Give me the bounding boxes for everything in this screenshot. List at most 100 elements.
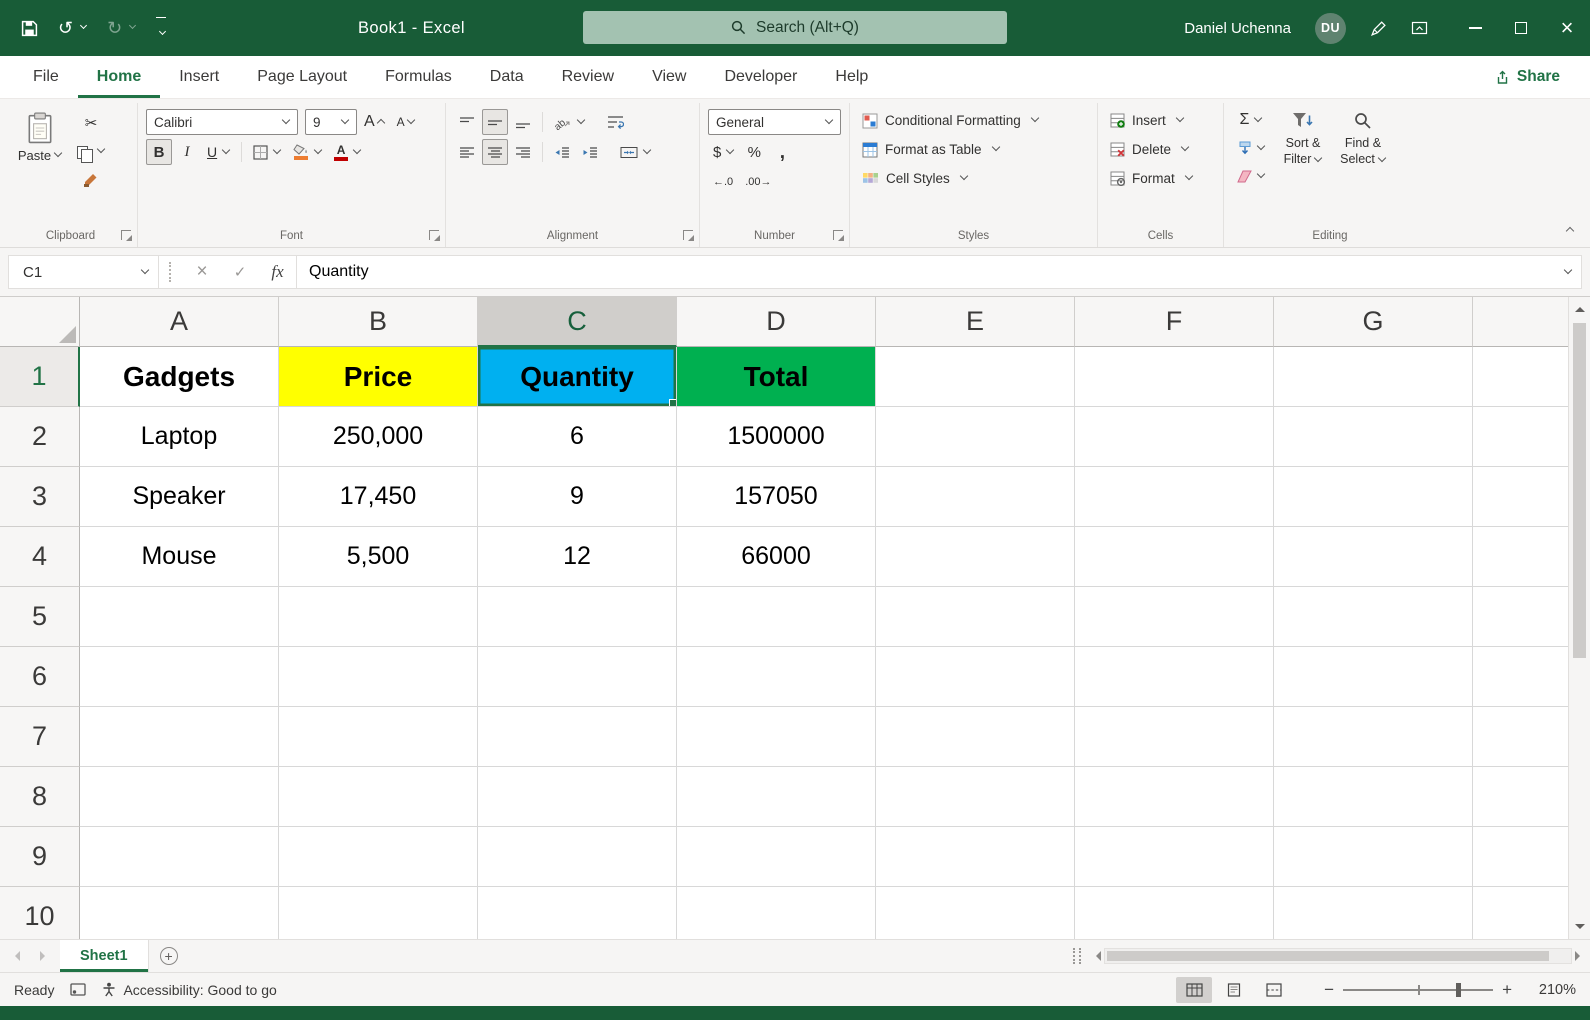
conditional-formatting-button[interactable]: Conditional Formatting <box>858 107 1089 134</box>
cell-A1[interactable]: Gadgets <box>80 347 279 407</box>
cell-F4[interactable] <box>1075 527 1274 587</box>
zoom-level[interactable]: 210% <box>1528 982 1576 998</box>
cell-D5[interactable] <box>677 587 876 647</box>
cell-F3[interactable] <box>1075 467 1274 527</box>
avatar[interactable]: DU <box>1315 13 1346 44</box>
cell-B6[interactable] <box>279 647 478 707</box>
save-icon[interactable] <box>16 15 43 42</box>
collapse-ribbon-button[interactable] <box>1563 223 1574 239</box>
share-button[interactable]: Share <box>1495 56 1590 98</box>
formula-bar-expand-button[interactable] <box>1551 256 1581 288</box>
tab-home[interactable]: Home <box>78 56 160 98</box>
cell-E7[interactable] <box>876 707 1075 767</box>
tab-file[interactable]: File <box>14 56 78 98</box>
fill-color-button[interactable] <box>288 139 327 165</box>
alignment-dialog-launcher[interactable] <box>683 230 693 240</box>
user-name[interactable]: Daniel Uchenna <box>1184 20 1291 37</box>
status-mode[interactable]: Ready <box>14 982 54 998</box>
cell-F2[interactable] <box>1075 407 1274 467</box>
cell-D4[interactable]: 66000 <box>677 527 876 587</box>
cell-F6[interactable] <box>1075 647 1274 707</box>
delete-cells-button[interactable]: Delete <box>1106 136 1215 163</box>
scroll-down-icon[interactable] <box>1575 924 1585 934</box>
vertical-scrollbar[interactable] <box>1568 297 1590 939</box>
normal-view-button[interactable] <box>1176 977 1212 1003</box>
bold-button[interactable]: B <box>146 139 172 165</box>
decrease-font-size-button[interactable]: A <box>392 109 420 135</box>
cell-E10[interactable] <box>876 887 1075 939</box>
cell-G10[interactable] <box>1274 887 1473 939</box>
cell-A5[interactable] <box>80 587 279 647</box>
cell-C1[interactable]: Quantity <box>478 347 677 407</box>
italic-button[interactable]: I <box>174 139 200 165</box>
row-header-7[interactable]: 7 <box>0 707 80 767</box>
cell-G6[interactable] <box>1274 647 1473 707</box>
row-header-3[interactable]: 3 <box>0 467 80 527</box>
cell-F9[interactable] <box>1075 827 1274 887</box>
cell-A7[interactable] <box>80 707 279 767</box>
format-cells-button[interactable]: Format <box>1106 165 1215 192</box>
cell-G9[interactable] <box>1274 827 1473 887</box>
cell-E2[interactable] <box>876 407 1075 467</box>
page-layout-view-button[interactable] <box>1216 977 1252 1003</box>
font-name-combobox[interactable]: Calibri <box>146 109 298 135</box>
cell-styles-button[interactable]: Cell Styles <box>858 165 1089 192</box>
cell-G4[interactable] <box>1274 527 1473 587</box>
row-header-1[interactable]: 1 <box>0 347 80 407</box>
borders-button[interactable] <box>248 139 286 165</box>
cell-A9[interactable] <box>80 827 279 887</box>
insert-cells-button[interactable]: Insert <box>1106 107 1215 134</box>
scroll-up-icon[interactable] <box>1575 302 1585 312</box>
cell-E9[interactable] <box>876 827 1075 887</box>
cell-A4[interactable]: Mouse <box>80 527 279 587</box>
cell-E1[interactable] <box>876 347 1075 407</box>
horizontal-scrollbar-track[interactable] <box>1104 948 1572 964</box>
cancel-button[interactable]: × <box>183 256 221 288</box>
next-sheet-button[interactable] <box>30 940 60 972</box>
tab-formulas[interactable]: Formulas <box>366 56 471 98</box>
cell-A8[interactable] <box>80 767 279 827</box>
row-header-5[interactable]: 5 <box>0 587 80 647</box>
top-align-button[interactable] <box>454 109 480 135</box>
center-button[interactable] <box>482 139 508 165</box>
enter-button[interactable]: ✓ <box>221 256 259 288</box>
cell-E5[interactable] <box>876 587 1075 647</box>
clear-button[interactable] <box>1232 163 1270 189</box>
page-break-view-button[interactable] <box>1256 977 1292 1003</box>
format-painter-button[interactable] <box>72 166 110 192</box>
cell-G1[interactable] <box>1274 347 1473 407</box>
font-size-combobox[interactable]: 9 <box>305 109 357 135</box>
cut-button[interactable]: ✂ <box>72 110 110 136</box>
close-button[interactable]: × <box>1544 0 1590 56</box>
cell-E8[interactable] <box>876 767 1075 827</box>
cell-F10[interactable] <box>1075 887 1274 939</box>
accounting-format-button[interactable]: $ <box>708 139 739 165</box>
increase-font-size-button[interactable]: A <box>359 109 390 135</box>
cell-G5[interactable] <box>1274 587 1473 647</box>
cell-B7[interactable] <box>279 707 478 767</box>
cell-E3[interactable] <box>876 467 1075 527</box>
tab-page-layout[interactable]: Page Layout <box>238 56 366 98</box>
clipboard-dialog-launcher[interactable] <box>121 230 131 240</box>
cell-D8[interactable] <box>677 767 876 827</box>
cell-G7[interactable] <box>1274 707 1473 767</box>
cell-B8[interactable] <box>279 767 478 827</box>
cell-D6[interactable] <box>677 647 876 707</box>
macro-record-icon[interactable] <box>70 983 86 996</box>
cell-B3[interactable]: 17,450 <box>279 467 478 527</box>
cell-B4[interactable]: 5,500 <box>279 527 478 587</box>
cell-G8[interactable] <box>1274 767 1473 827</box>
cell-C2[interactable]: 6 <box>478 407 677 467</box>
cell-E4[interactable] <box>876 527 1075 587</box>
cell-C5[interactable] <box>478 587 677 647</box>
cell-D9[interactable] <box>677 827 876 887</box>
cell-B10[interactable] <box>279 887 478 939</box>
zoom-slider[interactable] <box>1343 989 1493 991</box>
font-dialog-launcher[interactable] <box>429 230 439 240</box>
cell-C7[interactable] <box>478 707 677 767</box>
column-header-F[interactable]: F <box>1075 297 1274 347</box>
formula-input[interactable]: Quantity <box>297 256 1551 288</box>
comma-style-button[interactable]: , <box>769 139 795 165</box>
accessibility-status[interactable]: Accessibility: Good to go <box>102 982 276 998</box>
cell-F1[interactable] <box>1075 347 1274 407</box>
